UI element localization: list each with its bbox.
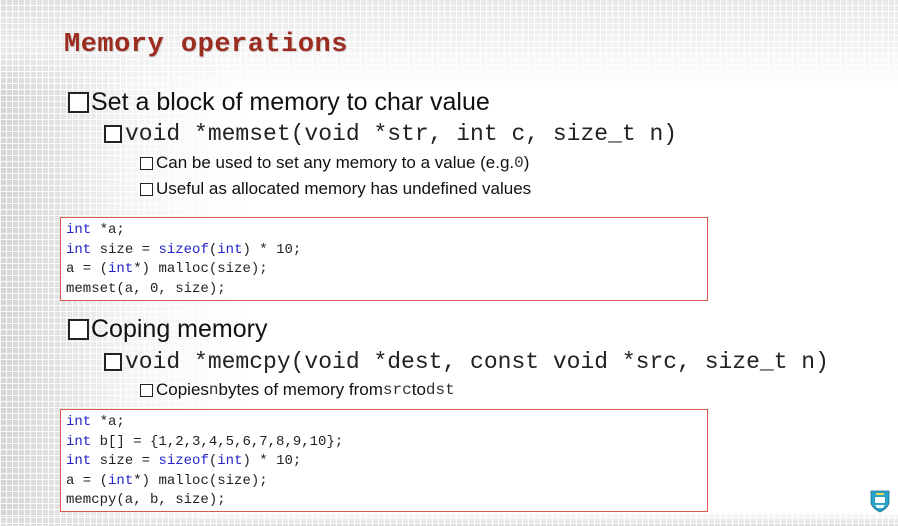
code-text: memcpy(a, b, size); (66, 492, 226, 508)
note-text: Copies (156, 380, 209, 399)
code-line: int b[] = {1,2,3,4,5,6,7,8,9,10}; (66, 433, 707, 453)
note-code: src (382, 381, 412, 399)
checkbox-bullet-icon (104, 353, 122, 371)
code-line: int *a; (66, 413, 707, 433)
code-keyword: int (108, 472, 134, 489)
bullet-section1-heading: Set a block of memory to char value (68, 88, 490, 117)
code-text: ( (208, 453, 218, 469)
section1-heading: Set a block of memory to char value (91, 88, 490, 116)
note-code: dst (425, 381, 455, 399)
bullet-memcpy-signature: void *memcpy(void *dest, const void *src… (104, 349, 829, 375)
code-keyword: int (66, 453, 92, 469)
slide: Memory operations Set a block of memory … (0, 0, 898, 526)
code-text: ) * 10; (242, 241, 302, 258)
bullet-memset-signature: void *memset(void *str, int c, size_t n) (104, 121, 677, 147)
note-text: bytes of memory from (218, 380, 383, 399)
code-keyword: sizeof (158, 453, 209, 469)
checkbox-bullet-icon (140, 383, 153, 397)
code-text: size = (91, 241, 159, 258)
code-keyword: int (66, 222, 92, 238)
code-text: b[] = {1,2,3,4,5,6,7,8,9,10}; (91, 433, 344, 450)
code-keyword: int (66, 414, 92, 430)
note-text: Can be used to set any memory to a value… (156, 153, 515, 172)
memset-code-block: int *a; int size = sizeof(int) * 10; a = (… (60, 217, 708, 301)
checkbox-bullet-icon (140, 182, 153, 196)
code-text: memset(a, 0, size); (66, 280, 226, 297)
slide-title: Memory operations (64, 30, 348, 60)
code-line: a = (int*) malloc(size); (66, 260, 707, 280)
code-text: size = (91, 453, 159, 469)
section2-heading: Coping memory (91, 315, 268, 343)
note-text: to (411, 380, 426, 399)
memcpy-signature: void *memcpy(void *dest, const void *src… (125, 349, 829, 375)
code-line: a = (int*) malloc(size); (66, 472, 707, 492)
code-text: ) * 10; (242, 453, 302, 469)
code-keyword: int (217, 453, 243, 469)
bullet-memcpy-note: Copies n bytes of memory from src to dst (140, 380, 455, 400)
code-text: a = ( (66, 261, 109, 277)
code-text: *a; (91, 414, 125, 430)
code-line: memset(a, 0, size); (66, 280, 707, 300)
code-line: int size = sizeof(int) * 10; (66, 241, 707, 261)
code-text: *a; (91, 222, 125, 238)
university-shield-logo-icon (868, 488, 892, 514)
code-line: memcpy(a, b, size); (66, 491, 707, 511)
note-text: Useful as allocated memory has undefined… (156, 179, 532, 198)
checkbox-bullet-icon (68, 92, 89, 113)
note-text: ) (523, 153, 530, 172)
bullet-section2-heading: Coping memory (68, 315, 267, 344)
note-code: 0 (514, 154, 524, 172)
code-keyword: int (66, 241, 92, 258)
code-text: *) malloc(size); (133, 261, 268, 277)
code-keyword: int (66, 433, 92, 450)
code-text: ( (208, 241, 218, 258)
checkbox-bullet-icon (104, 125, 122, 143)
code-line: int size = sizeof(int) * 10; (66, 452, 707, 472)
code-keyword: sizeof (158, 241, 209, 258)
memcpy-code-block: int *a; int b[] = {1,2,3,4,5,6,7,8,9,10};… (60, 409, 708, 512)
bullet-memset-note-1: Can be used to set any memory to a value… (140, 153, 529, 173)
code-text: *) malloc(size); (133, 472, 268, 489)
code-keyword: int (217, 241, 243, 258)
code-line: int *a; (66, 221, 707, 241)
memset-signature: void *memset(void *str, int c, size_t n) (125, 121, 678, 147)
note-code: n (208, 381, 219, 399)
checkbox-bullet-icon (68, 319, 89, 340)
code-text: a = ( (66, 472, 109, 489)
code-keyword: int (108, 261, 134, 277)
checkbox-bullet-icon (140, 156, 153, 170)
bullet-memset-note-2: Useful as allocated memory has undefined… (140, 179, 531, 199)
